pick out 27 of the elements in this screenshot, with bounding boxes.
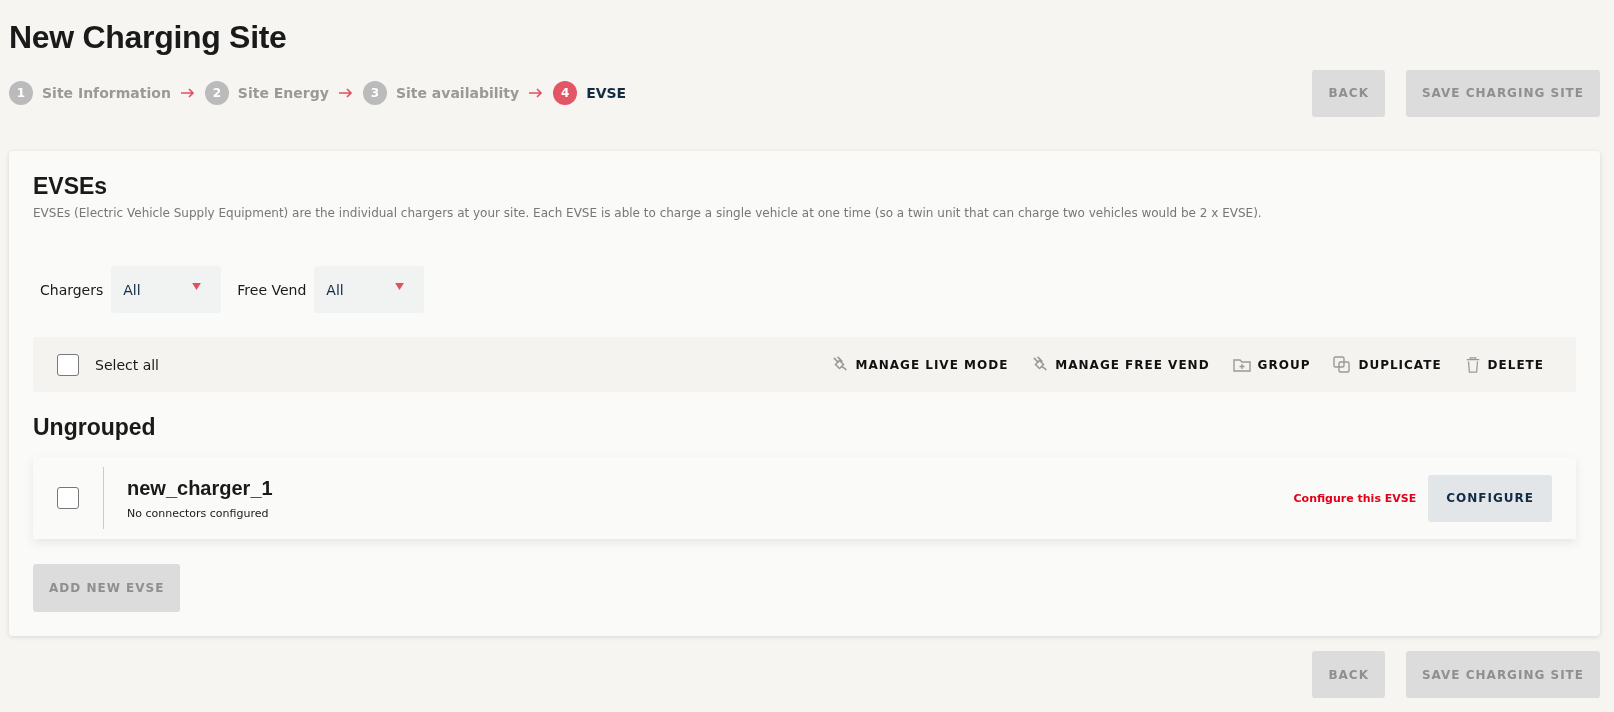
filter-label: Chargers <box>40 281 104 298</box>
warning-text: Configure this EVSE <box>1293 491 1417 505</box>
arrow-icon <box>338 88 353 98</box>
evse-checkbox[interactable] <box>57 487 79 509</box>
filter-dropdown[interactable]: All <box>111 266 222 313</box>
group-title: Ungrouped <box>33 414 157 441</box>
section-description: EVSEs (Electric Vehicle Supply Equipment) are the individual chargers at your site. Each EVSE is able to charge a single vehicle at one time (so a twin unit that can charge two vehicles would be 2 x EVSE). <box>33 206 1263 220</box>
toolbar-action-button[interactable]: GROUP <box>1231 354 1311 375</box>
evse-name: new_charger_1 <box>127 476 274 500</box>
caret-icon <box>192 283 202 290</box>
select-all-checkbox[interactable] <box>57 353 79 376</box>
filter-label: Free Vend <box>237 281 307 298</box>
step-tab[interactable]: 4 EVSE <box>553 81 627 105</box>
copy-icon <box>1332 354 1353 375</box>
select-all-label: Select all <box>95 356 159 373</box>
arrow-icon <box>529 88 544 98</box>
configure-button[interactable]: CONFIGURE <box>1428 474 1552 522</box>
filter-dropdown[interactable]: All <box>314 266 425 313</box>
section-title: EVSEs <box>33 173 109 200</box>
toolbar-action-button[interactable]: DELETE <box>1463 354 1544 375</box>
toolbar-action-button[interactable]: DUPLICATE <box>1332 354 1442 375</box>
toolbar-action-button[interactable]: MANAGE LIVE MODE <box>830 354 1009 375</box>
page-title: New Charging Site <box>9 19 287 56</box>
toolbar-action-button[interactable]: MANAGE FREE VEND <box>1030 354 1210 375</box>
caret-icon <box>395 283 405 290</box>
evse-detail: No connectors configured <box>127 506 270 520</box>
arrow-icon <box>180 88 195 98</box>
